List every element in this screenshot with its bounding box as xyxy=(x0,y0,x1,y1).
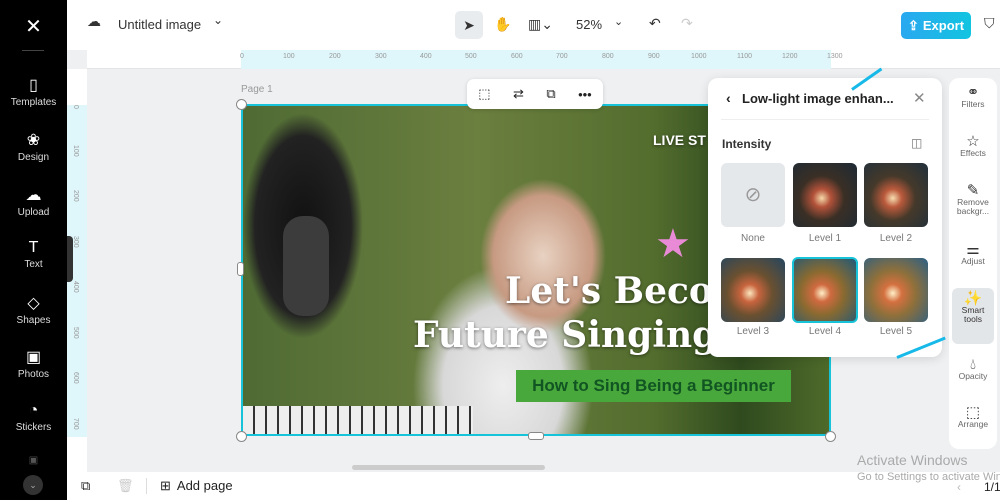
layout-icon[interactable]: ▥⌄ xyxy=(528,16,553,33)
select-tool-icon[interactable]: ➤ xyxy=(455,11,483,39)
export-button[interactable]: ⇪ Export xyxy=(901,12,971,39)
tagline-banner: How to Sing Being a Beginner xyxy=(516,370,791,402)
sidebar-item-upload[interactable]: ☁ Upload xyxy=(0,185,67,218)
sidebar-item-photos[interactable]: ▣ Photos xyxy=(0,347,67,380)
add-page-button[interactable]: ⊞ Add page xyxy=(160,478,233,494)
shield-icon[interactable]: ⛉ xyxy=(984,15,995,32)
redo-icon[interactable]: ↷ xyxy=(681,15,693,32)
hand-tool-icon[interactable]: ✋ xyxy=(494,16,511,33)
back-chevron-icon[interactable]: ‹ xyxy=(726,90,731,106)
resize-handle[interactable] xyxy=(528,432,544,440)
tool-arrange[interactable]: ⬚ Arrange xyxy=(952,404,994,429)
stickers-icon: ◔ xyxy=(28,402,39,419)
arrange-icon: ⬚ xyxy=(965,404,981,421)
sidebar-item-shapes[interactable]: ◇ Shapes xyxy=(0,293,67,326)
star-sticker: ★ xyxy=(655,222,691,266)
microphone xyxy=(283,216,329,316)
sidebar-item-design[interactable]: ❀ Design xyxy=(0,130,67,163)
photos-icon: ▣ xyxy=(25,349,42,366)
tool-remove-background[interactable]: ✎ Remove backgr... xyxy=(952,182,994,216)
magic-wand-icon: ✨ xyxy=(963,290,983,307)
low-light-panel: ‹ Low-light image enhan... ✕ Intensity ◫… xyxy=(708,78,942,357)
close-icon[interactable]: ✕ xyxy=(913,89,926,107)
resize-handle[interactable] xyxy=(236,99,247,110)
activate-windows-watermark: Activate Windows Go to Settings to activ… xyxy=(857,452,1000,483)
text-icon: T xyxy=(28,239,39,256)
sidebar-collapse-handle[interactable] xyxy=(67,236,73,282)
resize-handle[interactable] xyxy=(237,262,244,276)
zoom-level[interactable]: 52% xyxy=(576,17,602,32)
horizontal-scrollbar[interactable] xyxy=(352,465,545,470)
resize-handle[interactable] xyxy=(236,431,247,442)
more-apps-icon[interactable]: ▣ xyxy=(0,455,67,466)
add-page-icon: ⊞ xyxy=(160,478,171,493)
compare-icon[interactable]: ◫ xyxy=(911,136,922,150)
crop-select-icon[interactable]: ⬚ xyxy=(478,86,490,102)
duplicate-page-icon[interactable]: ⧉ xyxy=(81,478,90,494)
more-icon[interactable]: ••• xyxy=(578,87,592,102)
option-level-2[interactable] xyxy=(864,163,928,227)
templates-icon: ▯ xyxy=(29,77,38,94)
option-level-3[interactable] xyxy=(721,258,785,322)
title-chevron-down-icon[interactable]: ⌄ xyxy=(213,13,223,27)
delete-icon[interactable]: 🗑︎ xyxy=(117,478,134,494)
option-level-5[interactable] xyxy=(864,258,928,322)
remove-background-icon: ✎ xyxy=(966,182,980,199)
duplicate-icon[interactable]: ⧉ xyxy=(546,86,555,102)
piano-keys xyxy=(243,406,473,434)
sidebar-item-templates[interactable]: ▯ Templates xyxy=(0,75,67,108)
capcut-logo[interactable]: ✕ xyxy=(0,14,67,39)
effects-icon: ☆ xyxy=(966,133,980,150)
tool-smart-tools[interactable]: ✨ Smart tools xyxy=(952,288,994,344)
expand-chevron-icon[interactable]: ⌄ xyxy=(23,475,43,495)
shapes-icon: ◇ xyxy=(27,295,40,312)
replace-icon[interactable]: ⇄ xyxy=(513,86,524,102)
adjust-icon: ⚌ xyxy=(966,241,980,258)
resize-handle[interactable] xyxy=(825,431,836,442)
option-level-4[interactable] xyxy=(792,257,858,323)
page-label: Page 1 xyxy=(241,84,273,95)
export-icon: ⇪ xyxy=(907,17,919,33)
opacity-icon: 💧︎ xyxy=(969,356,976,373)
top-bar: ☁ Untitled image ⌄ ➤ ✋ ▥⌄ 52% ⌄ ↶ ↷ ⇪ Exp… xyxy=(67,0,1000,50)
tool-filters[interactable]: ⚭ Filters xyxy=(952,84,994,109)
none-icon: ⊘ xyxy=(744,184,762,206)
filters-icon: ⚭ xyxy=(966,84,980,101)
left-sidebar: ✕ ▯ Templates ❀ Design ☁ Upload T Text ◇ Shap… xyxy=(0,0,67,500)
option-level-1[interactable] xyxy=(793,163,857,227)
right-tool-bar: ⚭ Filters ☆ Effects ✎ Remove backgr... ⚌ Adj… xyxy=(949,78,997,449)
intensity-label: Intensity xyxy=(722,137,772,151)
undo-icon[interactable]: ↶ xyxy=(649,15,661,32)
tool-opacity[interactable]: 💧︎ Opacity xyxy=(952,356,994,381)
upload-icon: ☁ xyxy=(25,187,42,204)
document-title[interactable]: Untitled image xyxy=(118,17,201,32)
sidebar-item-text[interactable]: T Text xyxy=(0,239,67,270)
zoom-chevron-down-icon[interactable]: ⌄ xyxy=(614,15,623,28)
sidebar-item-stickers[interactable]: ◔ Stickers xyxy=(0,402,67,433)
panel-title: Low-light image enhan... xyxy=(742,91,894,106)
cloud-saved-icon: ☁ xyxy=(87,13,101,29)
design-icon: ❀ xyxy=(26,132,41,149)
tool-effects[interactable]: ☆ Effects xyxy=(952,133,994,158)
horizontal-ruler: 0 100 200 300 400 500 600 700 800 900 1000 1100 1200… xyxy=(87,50,1000,69)
tool-adjust[interactable]: ⚌ Adjust xyxy=(952,241,994,266)
option-none[interactable]: ⊘ xyxy=(721,163,785,227)
floating-toolbar: ⬚ ⇄ ⧉ ••• xyxy=(467,79,603,109)
